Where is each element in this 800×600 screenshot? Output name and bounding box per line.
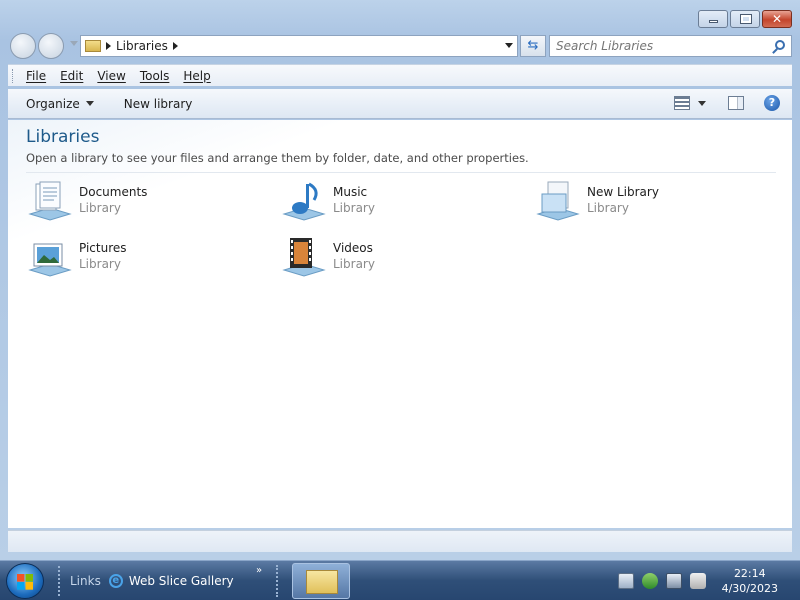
navigation-row: Libraries ⇆ [8, 33, 792, 59]
search-icon[interactable] [775, 40, 785, 50]
library-new-library[interactable]: New Library Library [534, 180, 774, 228]
menu-view[interactable]: View [97, 69, 125, 83]
menu-tools[interactable]: Tools [140, 69, 170, 83]
preview-pane-icon[interactable] [728, 96, 744, 110]
back-button[interactable] [10, 33, 36, 59]
clock-time: 22:14 [733, 567, 766, 580]
status-bar [8, 530, 792, 552]
forward-button[interactable] [38, 33, 64, 59]
library-type: Library [333, 257, 375, 271]
new-library-button[interactable]: New library [124, 97, 193, 111]
library-type: Library [79, 257, 121, 271]
toolbar-grip[interactable] [58, 566, 62, 596]
menu-help[interactable]: Help [183, 69, 210, 83]
refresh-icon: ⇆ [527, 38, 539, 53]
breadcrumb-arrow-icon[interactable] [106, 42, 111, 50]
documents-library-icon [28, 181, 72, 221]
command-bar: Organize New library ? [8, 89, 792, 119]
taskbar-explorer-button[interactable] [292, 563, 350, 599]
start-button[interactable] [6, 563, 44, 599]
library-name: Documents [79, 185, 148, 199]
caption-buttons: ✕ [696, 10, 792, 28]
refresh-button[interactable]: ⇆ [520, 35, 546, 57]
close-button[interactable]: ✕ [762, 10, 792, 28]
command-bar-right: ? [674, 95, 780, 111]
library-pictures[interactable]: Pictures Library [26, 236, 266, 284]
explorer-window: ✕ Libraries ⇆ File Edit View Tools Help … [0, 0, 800, 560]
library-name: Pictures [79, 241, 127, 255]
help-icon[interactable]: ? [764, 95, 780, 111]
clock[interactable]: 22:14 4/30/2023 [722, 566, 778, 596]
menu-file[interactable]: File [26, 69, 46, 83]
close-icon: ✕ [771, 12, 783, 26]
library-videos[interactable]: Videos Library [280, 236, 520, 284]
clock-date: 4/30/2023 [721, 582, 778, 595]
new-library-label: New library [123, 96, 193, 111]
minimize-button[interactable] [698, 10, 728, 28]
search-input[interactable] [550, 36, 760, 56]
toolbar-grip[interactable] [276, 565, 280, 597]
links-toolbar: Links e Web Slice Gallery [58, 561, 234, 600]
library-type: Library [79, 201, 121, 215]
menu-bar: File Edit View Tools Help [8, 64, 792, 86]
library-name: Videos [333, 241, 373, 255]
page-subtitle: Open a library to see your files and arr… [26, 151, 529, 165]
new-library-icon [536, 181, 580, 221]
address-history-dropdown[interactable] [505, 43, 513, 48]
security-shield-icon[interactable] [642, 573, 658, 589]
library-name: Music [333, 185, 368, 199]
organize-label: Organize [26, 96, 80, 111]
change-view-icon[interactable] [674, 96, 690, 110]
ie-icon: e [108, 574, 123, 588]
recent-pages-dropdown[interactable] [70, 41, 78, 46]
content-area: Libraries Open a library to see your fil… [8, 120, 792, 528]
breadcrumb-arrow-icon[interactable] [172, 42, 178, 50]
maximize-icon [740, 14, 752, 24]
maximize-button[interactable] [730, 10, 760, 28]
page-title: Libraries [26, 127, 100, 147]
library-type: Library [333, 201, 375, 215]
menu-edit[interactable]: Edit [60, 69, 83, 83]
windows-logo-icon [17, 574, 33, 590]
chevron-down-icon [85, 101, 94, 106]
view-options-dropdown[interactable] [698, 100, 706, 106]
web-slice-gallery-link[interactable]: Web Slice Gallery [129, 574, 234, 588]
music-library-icon [282, 182, 326, 221]
links-overflow-chevron[interactable]: » [256, 565, 262, 576]
action-center-icon[interactable] [618, 573, 634, 589]
folder-icon [306, 570, 338, 594]
library-name: New Library [587, 185, 659, 199]
address-bar[interactable]: Libraries [80, 35, 518, 57]
videos-library-icon [282, 238, 326, 277]
network-icon[interactable] [666, 573, 682, 589]
library-type: Library [587, 201, 629, 215]
pictures-library-icon [28, 243, 72, 277]
menu-grip [12, 69, 15, 83]
library-documents[interactable]: Documents Library [26, 180, 266, 228]
system-tray: 22:14 4/30/2023 [610, 561, 800, 600]
organize-button[interactable]: Organize [26, 97, 94, 111]
search-box[interactable] [549, 35, 792, 57]
links-label: Links [70, 574, 101, 588]
folder-icon [85, 40, 101, 52]
minimize-icon [709, 20, 718, 23]
library-music[interactable]: Music Library [280, 180, 520, 228]
breadcrumb-libraries[interactable]: Libraries [116, 39, 168, 53]
divider [26, 172, 776, 173]
volume-muted-icon[interactable] [690, 573, 706, 589]
taskbar: Links e Web Slice Gallery » 22:14 4/30/2… [0, 560, 800, 600]
